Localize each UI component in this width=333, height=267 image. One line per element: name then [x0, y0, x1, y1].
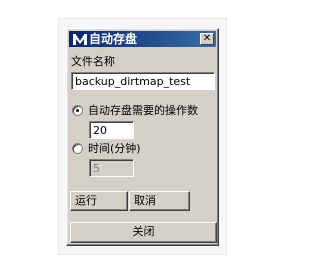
title-bar[interactable]: 自动存盘 ✕ [69, 31, 216, 47]
maya-logo-icon [72, 32, 88, 46]
file-name-input[interactable]: backup_dirtmap_test [71, 72, 215, 90]
ops-count-input[interactable]: 20 [89, 121, 134, 139]
ops-count-radio[interactable] [72, 105, 83, 116]
run-button[interactable]: 运行 [70, 191, 128, 211]
close-button[interactable]: 关闭 [70, 222, 217, 243]
file-name-label: 文件名称 [71, 55, 115, 68]
ops-count-label: 自动存盘需要的操作数 [88, 104, 198, 117]
auto-save-dialog: 自动存盘 ✕ 文件名称 backup_dirtmap_test 自动存盘需要的操… [66, 28, 219, 246]
close-icon[interactable]: ✕ [200, 33, 214, 45]
radio-selected-dot [76, 109, 79, 112]
time-minutes-radio[interactable] [72, 143, 83, 154]
time-minutes-label: 时间(分钟) [88, 142, 141, 155]
window-title: 自动存盘 [89, 32, 138, 46]
time-minutes-input: 5 [89, 159, 134, 177]
cancel-button[interactable]: 取消 [129, 191, 190, 211]
